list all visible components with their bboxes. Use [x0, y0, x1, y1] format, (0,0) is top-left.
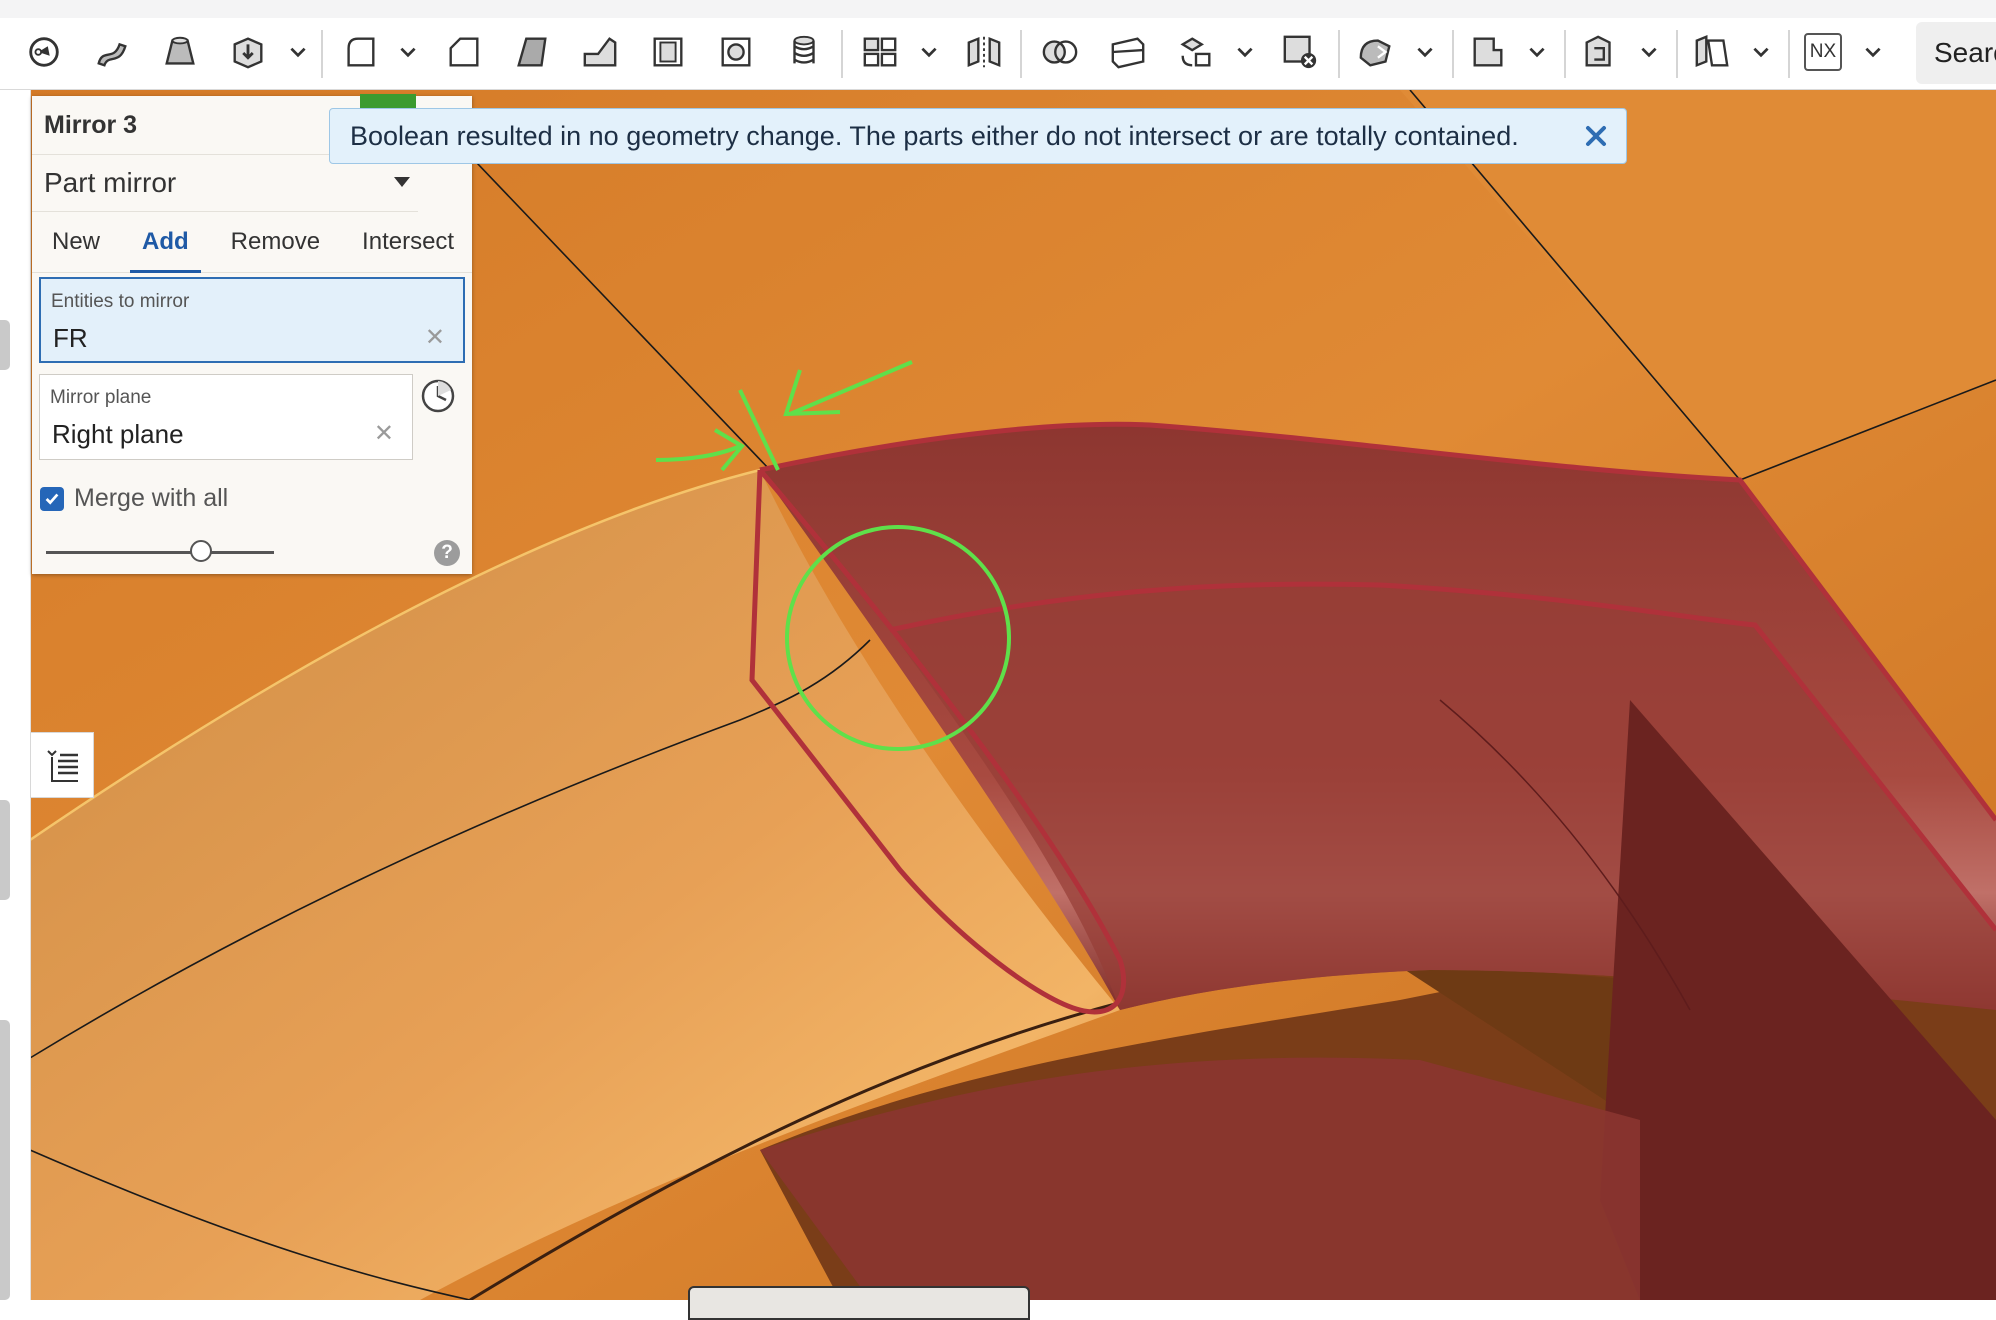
- toolbar-top-strip: [0, 0, 1996, 18]
- transform-icon[interactable]: [1174, 30, 1218, 74]
- help-icon[interactable]: ?: [434, 540, 460, 566]
- clear-icon[interactable]: ✕: [374, 419, 394, 448]
- notification-message: Boolean resulted in no geometry change. …: [350, 120, 1519, 151]
- chamfer-icon[interactable]: [442, 30, 486, 74]
- notification-banner: Boolean resulted in no geometry change. …: [329, 108, 1627, 164]
- rib-icon[interactable]: [578, 30, 622, 74]
- loft-icon[interactable]: [158, 30, 202, 74]
- boolean-tabs: New Add Remove Intersect: [32, 212, 472, 273]
- delete-part-icon[interactable]: [1278, 30, 1322, 74]
- sheet-metal-icon[interactable]: [1578, 30, 1622, 74]
- chevron-down-icon[interactable]: [918, 38, 942, 66]
- chevron-down-icon[interactable]: [1526, 38, 1550, 66]
- toolbar-divider: [1564, 30, 1566, 78]
- merge-label: Merge with all: [74, 484, 229, 512]
- sweep-icon[interactable]: [90, 30, 134, 74]
- clear-icon[interactable]: ✕: [425, 323, 445, 352]
- close-icon[interactable]: [1580, 120, 1612, 152]
- pattern-icon[interactable]: [858, 30, 902, 74]
- toolbar-divider: [1788, 30, 1790, 78]
- extrude-menu-icon[interactable]: [226, 30, 270, 74]
- tab-add[interactable]: Add: [130, 212, 201, 273]
- toolbar-divider: [321, 30, 323, 78]
- dropdown-arrow-icon[interactable]: [394, 177, 410, 187]
- shell-icon[interactable]: [646, 30, 690, 74]
- entities-field-label: Entities to mirror: [51, 291, 190, 312]
- toolbar-divider: [841, 30, 843, 78]
- toolbar-divider: [1676, 30, 1678, 78]
- plane-field-value: Right plane: [52, 419, 184, 449]
- thread-icon[interactable]: [782, 30, 826, 74]
- tab-remove[interactable]: Remove: [219, 212, 332, 272]
- entities-to-mirror-field[interactable]: Entities to mirror FR ✕: [39, 277, 465, 363]
- search-button[interactable]: Searc: [1916, 22, 1996, 84]
- accept-tab[interactable]: [360, 94, 416, 108]
- draft-icon[interactable]: [510, 30, 554, 74]
- chevron-down-icon[interactable]: [397, 38, 421, 66]
- entities-field-value: FR: [53, 323, 88, 353]
- toolbar-divider: [1338, 30, 1340, 78]
- feature-list-toggle[interactable]: [30, 732, 94, 798]
- nx-icon[interactable]: NX: [1804, 33, 1842, 71]
- flange-icon[interactable]: [1690, 30, 1734, 74]
- mirror-plane-field[interactable]: Mirror plane Right plane ✕: [39, 374, 413, 460]
- merge-checkbox[interactable]: [40, 486, 64, 511]
- hole-icon[interactable]: [714, 30, 758, 74]
- rail-handle[interactable]: [0, 800, 10, 900]
- tab-intersect[interactable]: Intersect: [350, 212, 466, 272]
- modify-fillet-icon[interactable]: [1354, 30, 1398, 74]
- mirror-icon[interactable]: [962, 30, 1006, 74]
- main-toolbar: NX Searc: [0, 0, 1996, 90]
- mirror-type-value: Part mirror: [44, 167, 177, 198]
- rail-handle[interactable]: [0, 1020, 10, 1300]
- toolbar-divider: [1452, 30, 1454, 78]
- rail-handle[interactable]: [0, 320, 10, 370]
- mirror-dialog: Mirror 3 Part mirror New Add Remove Inte…: [32, 94, 472, 574]
- toolbar-divider: [1020, 30, 1022, 78]
- fillet-icon[interactable]: [338, 30, 382, 74]
- chevron-down-icon[interactable]: [287, 38, 311, 66]
- split-icon[interactable]: [1106, 30, 1150, 74]
- tab-new[interactable]: New: [40, 212, 112, 272]
- chevron-down-icon[interactable]: [1234, 38, 1258, 66]
- chevron-down-icon[interactable]: [1638, 38, 1662, 66]
- chevron-down-icon[interactable]: [1414, 38, 1438, 66]
- sketch-icon[interactable]: [22, 30, 66, 74]
- plane-field-label: Mirror plane: [50, 387, 152, 408]
- chevron-down-icon[interactable]: [1862, 38, 1886, 66]
- history-clock-icon[interactable]: [420, 378, 456, 414]
- list-icon: [47, 750, 78, 782]
- bottom-tab[interactable]: [688, 1286, 1030, 1320]
- plane-icon[interactable]: [1466, 30, 1510, 74]
- merge-with-all-row[interactable]: Merge with all: [40, 484, 228, 513]
- left-rail: [0, 90, 31, 1300]
- chevron-down-icon[interactable]: [1750, 38, 1774, 66]
- preview-slider-thumb[interactable]: [190, 540, 212, 562]
- preview-slider-track[interactable]: [46, 551, 274, 554]
- boolean-icon[interactable]: [1038, 30, 1082, 74]
